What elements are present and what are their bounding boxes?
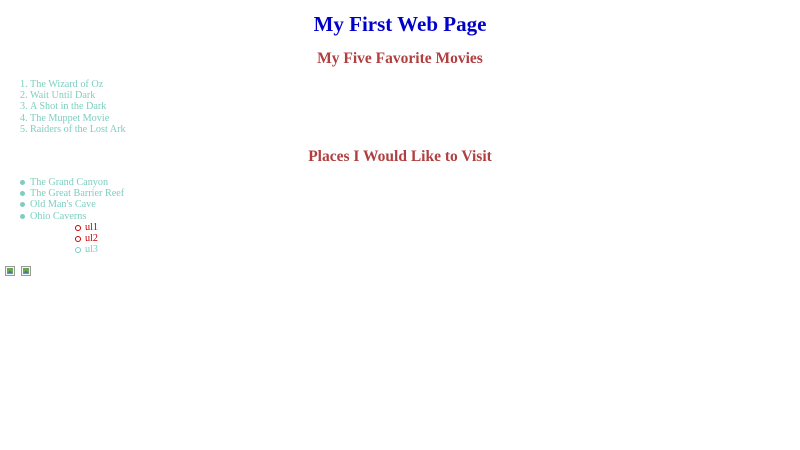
circle-bullet-icon [75,224,81,231]
list-item: 2. Wait Until Dark [0,90,126,101]
list-item: The Grand Canyon [0,177,124,188]
list-item-number: 3. [20,101,28,113]
list-item-label: ul3 [85,244,99,256]
list-item-label: A Shot in the Dark [30,101,107,113]
list-item: The Great Barrier Reef [0,188,124,199]
list-item: 1. The Wizard of Oz [0,79,126,90]
list-item-label: ul2 [85,233,99,245]
places-heading: Places I Would Like to Visit [308,148,492,165]
image-row [5,266,33,277]
list-item-number: 1. [20,79,28,90]
list-item-label: The Wizard of Oz [30,79,104,90]
list-item-label: The Grand Canyon [30,177,109,188]
page-title: My First Web Page [313,12,487,36]
nested-list-item: ul3 [30,244,124,255]
list-item-number: 5. [20,123,28,135]
broken-image-icon [21,266,31,276]
list-item: 4. The Muppet Movie [0,113,126,124]
list-item-label: Old Man's Cave [30,199,96,211]
nested-list-item: ul1 [30,222,124,233]
list-item-label: Wait Until Dark [30,90,96,102]
nested-list-item: ul2 [30,233,124,244]
list-item-number: 4. [20,112,28,124]
list-item-label: The Muppet Movie [30,112,110,124]
circle-bullet-icon [75,236,81,243]
movies-list: 1. The Wizard of Oz 2. Wait Until Dark 3. A… [0,79,126,135]
list-item: Ohio Caverns ul1 ul2 ul3 [0,211,124,256]
bullet-icon [20,180,25,185]
list-item-label: Ohio Caverns [30,210,87,222]
bullet-icon [20,202,25,208]
list-item-label: ul1 [85,221,99,233]
list-item-label: Raiders of the Lost Ark [30,123,126,135]
places-list: The Grand Canyon The Great Barrier Reef … [0,177,124,255]
list-item: 3. A Shot in the Dark [0,101,126,112]
web-page: My First Web Page My Five Favorite Movie… [0,0,800,450]
list-item-label: The Great Barrier Reef [30,188,125,200]
bullet-icon [20,213,25,219]
broken-image-icon [5,266,15,276]
nested-list: ul1 ul2 ul3 [30,222,124,256]
list-item: 5. Raiders of the Lost Ark [0,124,126,135]
bullet-icon [20,191,25,197]
list-item-number: 2. [20,90,28,102]
circle-bullet-icon [75,247,81,254]
movies-heading: My Five Favorite Movies [317,50,483,67]
list-item: Old Man's Cave [0,199,124,210]
